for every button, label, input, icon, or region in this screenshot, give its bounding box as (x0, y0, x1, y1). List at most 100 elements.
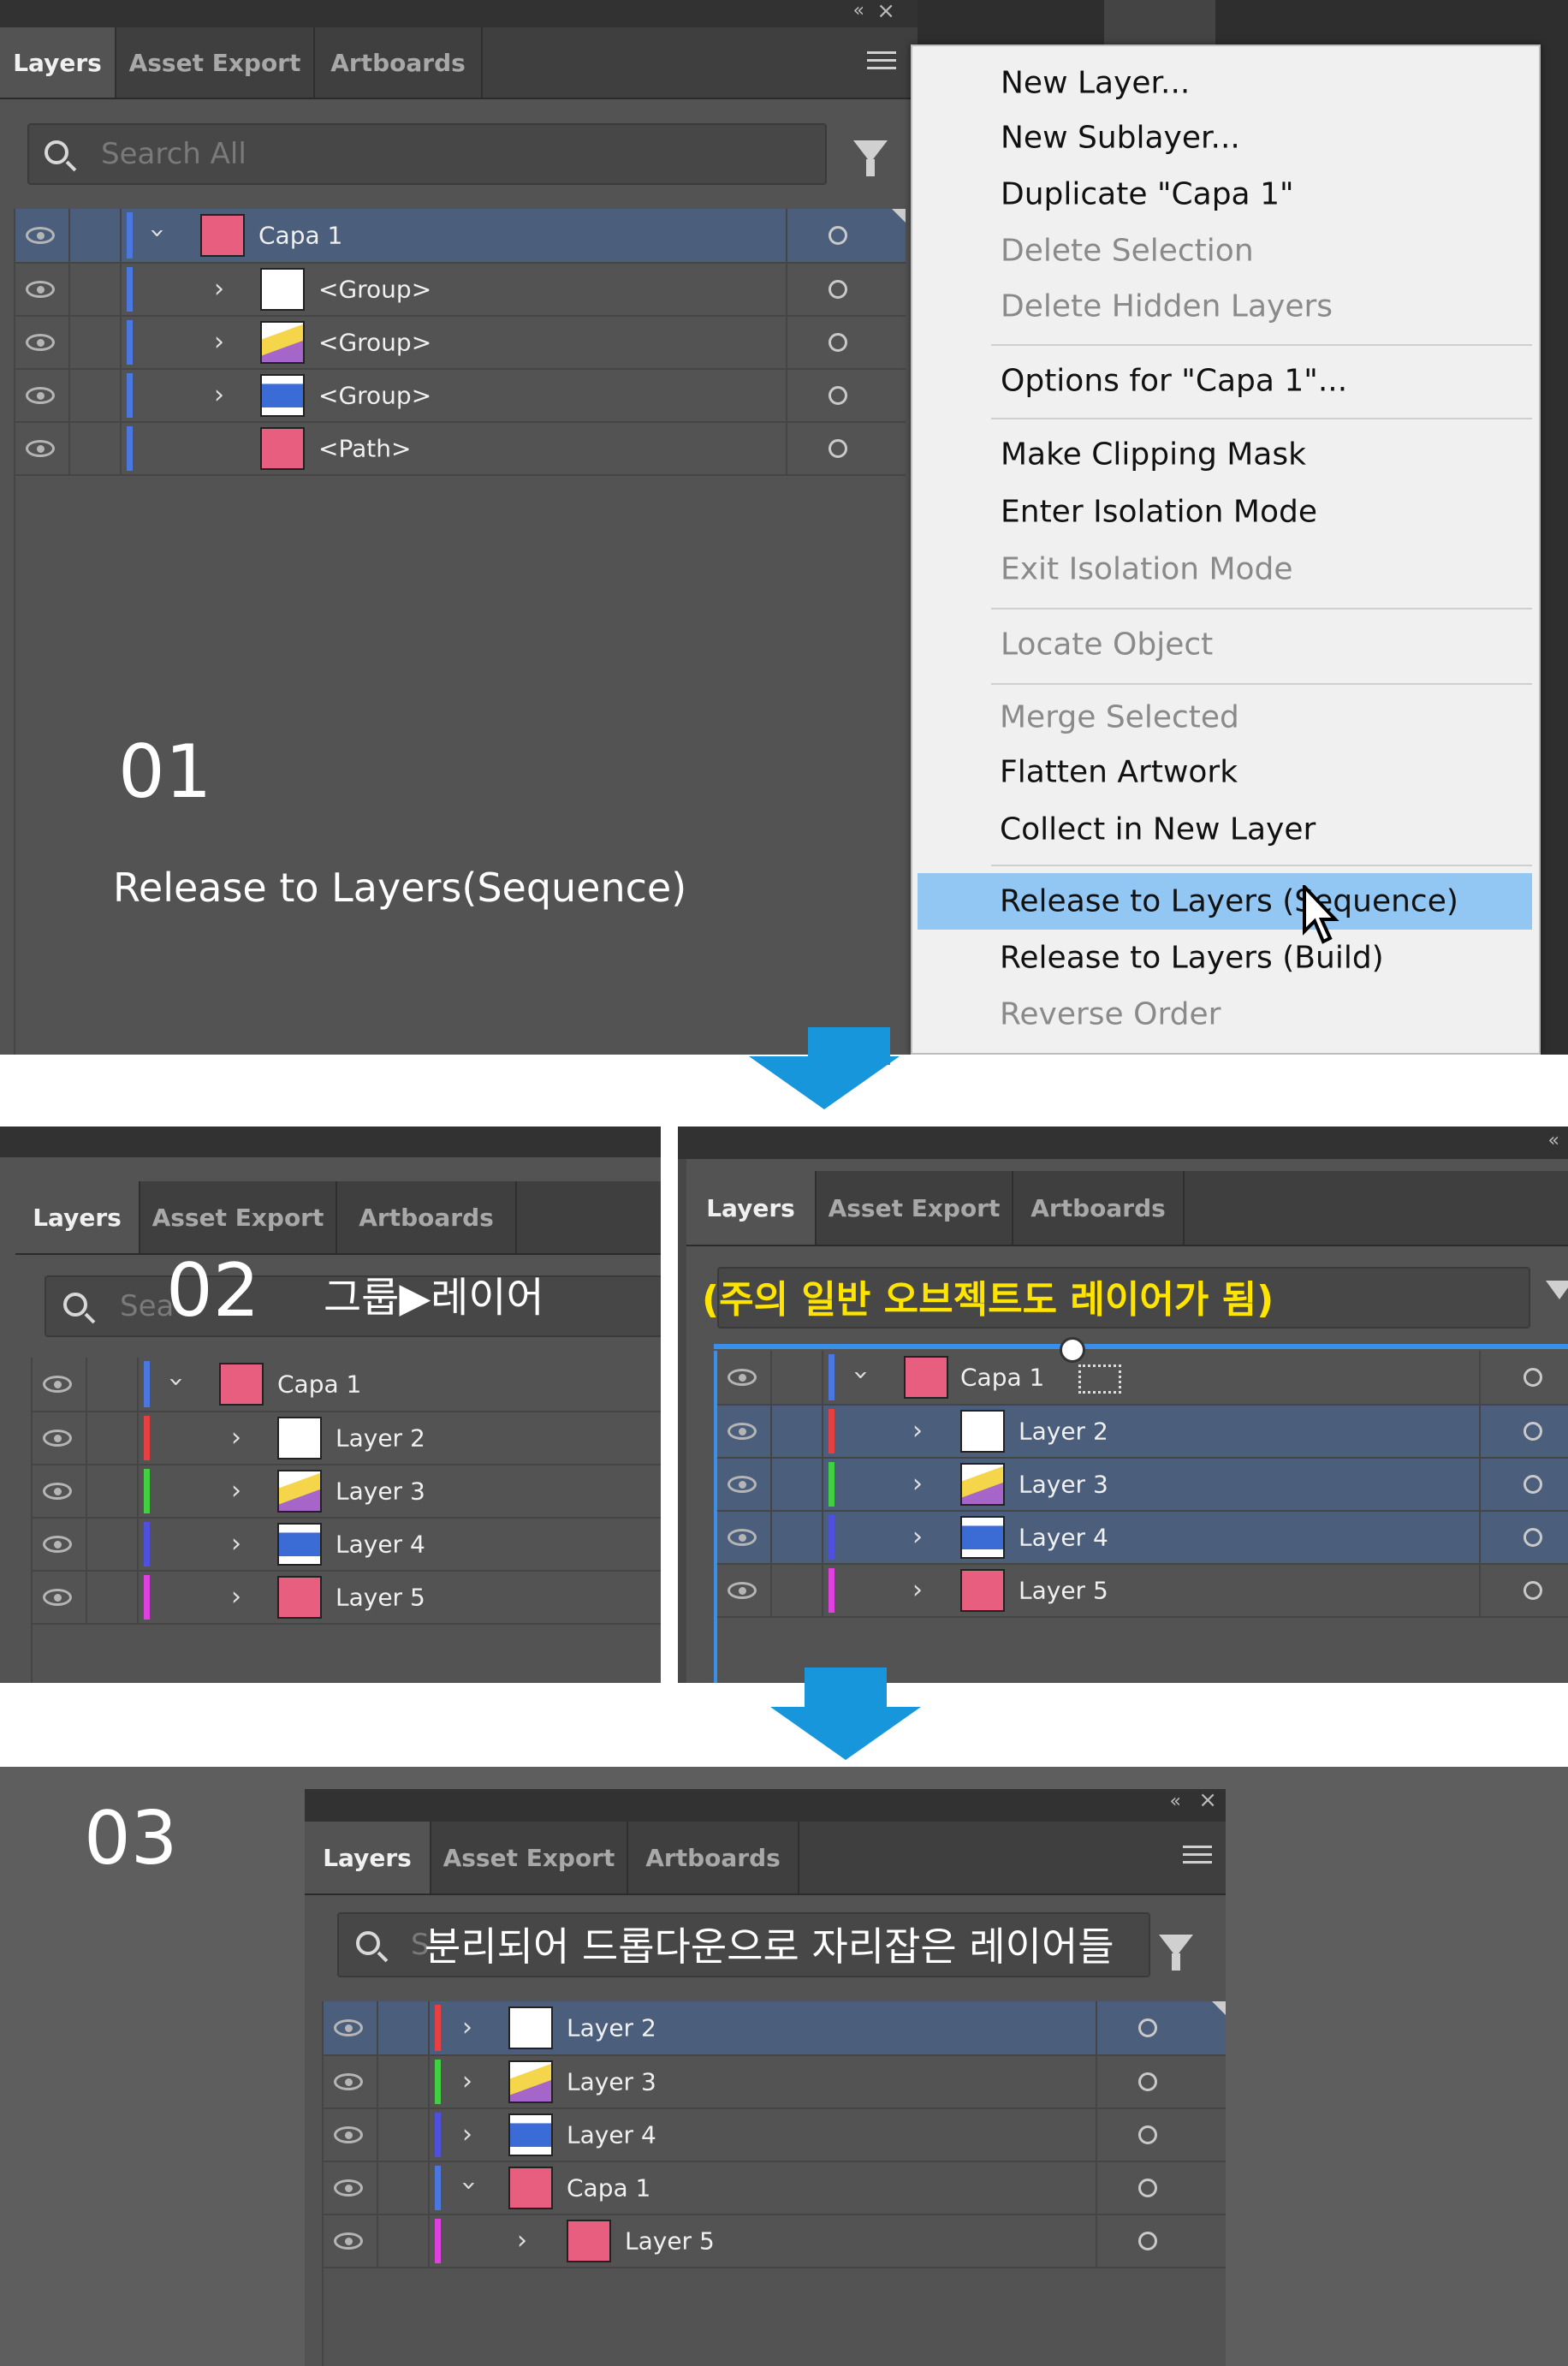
tab-layers[interactable]: Layers (305, 1822, 431, 1893)
chevron-down-icon[interactable]: › (454, 2180, 484, 2191)
target-circle-icon[interactable] (1138, 2232, 1157, 2250)
layer-row-layer5[interactable]: › Layer 5 (717, 1565, 1568, 1618)
tab-artboards[interactable]: Artboards (337, 1181, 517, 1253)
visibility-eye-icon[interactable] (728, 1582, 757, 1599)
chevron-right-icon[interactable]: › (912, 1469, 923, 1499)
menu-item-release-to-layers-sequence[interactable]: Release to Layers (Sequence) (918, 873, 1532, 930)
target-circle-icon[interactable] (1138, 2072, 1157, 2091)
layer-name[interactable]: Layer 5 (625, 2227, 715, 2256)
visibility-eye-icon[interactable] (334, 2232, 363, 2250)
tab-artboards[interactable]: Artboards (315, 27, 483, 98)
menu-item-new-sublayer[interactable]: New Sublayer... (912, 110, 1539, 166)
layer-name[interactable]: Layer 2 (336, 1424, 425, 1453)
layer-name[interactable]: Layer 5 (336, 1584, 425, 1612)
chevron-right-icon[interactable]: › (231, 1423, 241, 1453)
layer-row-group-2[interactable]: › <Group> (15, 317, 906, 370)
layer-name[interactable]: Capa 1 (960, 1364, 1044, 1392)
visibility-eye-icon[interactable] (334, 2126, 363, 2143)
panel-menu-icon[interactable] (867, 51, 896, 74)
layer-row-layer3[interactable]: › Layer 3 (324, 2056, 1226, 2109)
layer-name[interactable]: <Group> (318, 276, 431, 304)
chevron-right-icon[interactable]: › (231, 1582, 241, 1612)
layer-row-layer4[interactable]: › Layer 4 (717, 1512, 1568, 1565)
menu-item-make-clipping-mask[interactable]: Make Clipping Mask (912, 426, 1539, 483)
visibility-eye-icon[interactable] (728, 1476, 757, 1493)
tab-artboards[interactable]: Artboards (1013, 1171, 1185, 1245)
menu-item-release-to-layers-build[interactable]: Release to Layers (Build) (912, 930, 1539, 986)
target-circle-icon[interactable] (1138, 2018, 1157, 2037)
visibility-eye-icon[interactable] (26, 334, 55, 351)
target-circle-icon[interactable] (829, 280, 847, 299)
layer-row-layer2[interactable]: › Layer 2 (324, 2001, 1226, 2056)
layer-name[interactable]: Layer 4 (567, 2121, 656, 2149)
panel-menu-icon[interactable] (1183, 1846, 1212, 1869)
layer-name[interactable]: Layer 4 (336, 1531, 425, 1559)
menu-item-options[interactable]: Options for "Capa 1"... (912, 353, 1539, 409)
chevron-right-icon[interactable]: › (912, 1522, 923, 1552)
filter-icon[interactable] (853, 140, 888, 176)
visibility-eye-icon[interactable] (26, 440, 55, 457)
layer-row-layer2[interactable]: › Layer 2 (33, 1412, 661, 1465)
chevron-right-icon[interactable]: › (912, 1575, 923, 1605)
layer-row-layer5[interactable]: › Layer 5 (33, 1572, 661, 1625)
visibility-eye-icon[interactable] (43, 1589, 72, 1606)
target-circle-icon[interactable] (829, 333, 847, 352)
layer-name[interactable]: Capa 1 (277, 1370, 361, 1399)
layer-name[interactable]: <Group> (318, 382, 431, 410)
layer-name[interactable]: <Group> (318, 329, 431, 357)
tab-asset-export[interactable]: Asset Export (431, 1822, 628, 1893)
chevron-right-icon[interactable]: › (462, 2066, 472, 2096)
visibility-eye-icon[interactable] (334, 2073, 363, 2090)
tab-artboards[interactable]: Artboards (628, 1822, 799, 1893)
chevron-right-icon[interactable]: › (214, 380, 224, 410)
layer-row-layer4[interactable]: › Layer 4 (324, 2109, 1226, 2162)
chevron-down-icon[interactable]: › (846, 1370, 876, 1380)
layer-name[interactable]: Layer 3 (567, 2068, 656, 2096)
chevron-right-icon[interactable]: › (214, 327, 224, 357)
visibility-eye-icon[interactable] (26, 227, 55, 244)
chevron-right-icon[interactable]: › (231, 1476, 241, 1506)
chevron-down-icon[interactable]: › (143, 228, 173, 238)
visibility-eye-icon[interactable] (728, 1529, 757, 1546)
target-circle-icon[interactable] (1523, 1528, 1542, 1547)
menu-item-duplicate[interactable]: Duplicate "Capa 1" (912, 166, 1539, 223)
menu-item-enter-isolation-mode[interactable]: Enter Isolation Mode (912, 483, 1539, 541)
layer-row-capa1[interactable]: › Capa 1 (15, 209, 906, 264)
layer-name[interactable]: Layer 3 (1019, 1471, 1108, 1499)
target-circle-icon[interactable] (829, 226, 847, 245)
target-circle-icon[interactable] (1523, 1368, 1542, 1387)
chevron-right-icon[interactable]: › (462, 2012, 472, 2042)
target-circle-icon[interactable] (829, 439, 847, 458)
layer-row-capa1[interactable]: › Capa 1 (324, 2162, 1226, 2215)
visibility-eye-icon[interactable] (728, 1423, 757, 1440)
target-circle-icon[interactable] (1138, 2125, 1157, 2144)
menu-item-new-layer[interactable]: New Layer... (912, 56, 1539, 110)
visibility-eye-icon[interactable] (43, 1376, 72, 1393)
layer-name[interactable]: Layer 4 (1019, 1524, 1108, 1552)
search-input[interactable]: Search All (27, 123, 827, 185)
target-circle-icon[interactable] (1523, 1475, 1542, 1494)
tab-layers[interactable]: Layers (686, 1171, 817, 1245)
chevron-down-icon[interactable]: › (162, 1376, 192, 1387)
layer-row-layer4[interactable]: › Layer 4 (33, 1519, 661, 1572)
layer-row-group-1[interactable]: › <Group> (15, 264, 906, 317)
layer-name[interactable]: Capa 1 (567, 2174, 650, 2203)
layer-row-layer3[interactable]: › Layer 3 (717, 1459, 1568, 1512)
tab-layers[interactable]: Layers (0, 27, 116, 98)
visibility-eye-icon[interactable] (43, 1430, 72, 1447)
close-icon[interactable]: × (876, 0, 895, 24)
tab-asset-export[interactable]: Asset Export (116, 27, 315, 98)
visibility-eye-icon[interactable] (43, 1483, 72, 1500)
filter-icon[interactable] (1546, 1281, 1568, 1299)
layer-row-layer2[interactable]: › Layer 2 (717, 1406, 1568, 1459)
chevron-right-icon[interactable]: › (912, 1416, 923, 1446)
visibility-eye-icon[interactable] (26, 387, 55, 404)
visibility-eye-icon[interactable] (26, 281, 55, 298)
visibility-eye-icon[interactable] (334, 2179, 363, 2197)
filter-icon[interactable] (1159, 1935, 1193, 1971)
menu-item-flatten-artwork[interactable]: Flatten Artwork (912, 743, 1539, 801)
visibility-eye-icon[interactable] (43, 1536, 72, 1553)
layer-name[interactable]: Layer 2 (1019, 1418, 1108, 1446)
collapse-icon[interactable]: « (1170, 1791, 1181, 1812)
layer-name[interactable]: <Path> (318, 435, 411, 463)
